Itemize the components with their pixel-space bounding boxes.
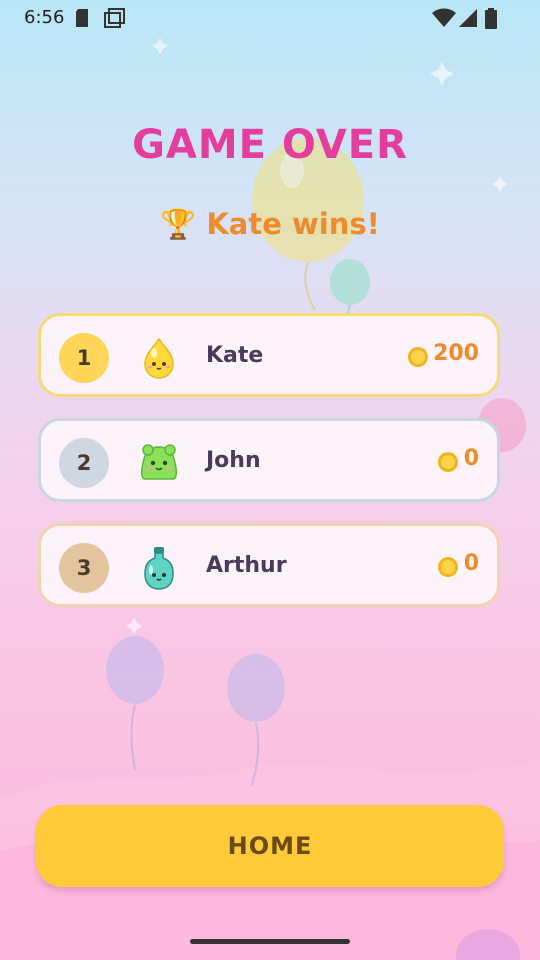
trophy-icon: 🏆: [160, 207, 197, 241]
yellow-drop-character-icon: [144, 337, 174, 379]
green-slime-character-icon: [140, 444, 178, 480]
player-row-2: 2 John 0: [38, 418, 500, 502]
coin-icon: [408, 347, 428, 367]
battery-icon: [485, 8, 497, 29]
player-name: John: [206, 448, 261, 473]
game-over-title: GAME OVER: [132, 122, 408, 168]
wifi-icon: [432, 8, 456, 27]
home-button[interactable]: HOME: [36, 805, 504, 887]
player-row-3: 3 Arthur 0: [38, 523, 500, 607]
player-score: 200: [433, 341, 479, 366]
player-row-1: 1 Kate 200: [38, 313, 500, 397]
player-name: Arthur: [206, 553, 287, 578]
coin-icon: [438, 557, 458, 577]
rank-badge: 3: [59, 543, 109, 593]
status-bar: 6:56: [0, 0, 540, 36]
teal-bottle-character-icon: [144, 547, 174, 590]
player-score: 0: [463, 446, 479, 471]
player-score: 0: [463, 551, 479, 576]
player-name: Kate: [206, 343, 264, 368]
sd-card-icon: [76, 9, 88, 27]
status-time: 6:56: [24, 7, 65, 28]
coin-icon: [438, 452, 458, 472]
winner-banner: 🏆 Kate wins!: [0, 207, 540, 242]
gesture-nav-bar[interactable]: [190, 939, 350, 944]
rank-badge: 1: [59, 333, 109, 383]
lavender-balloon-left: [106, 636, 164, 771]
cell-signal-icon: [459, 9, 477, 27]
screenshot-icon: [104, 8, 125, 28]
rank-badge: 2: [59, 438, 109, 488]
winner-text: Kate wins!: [206, 207, 380, 241]
